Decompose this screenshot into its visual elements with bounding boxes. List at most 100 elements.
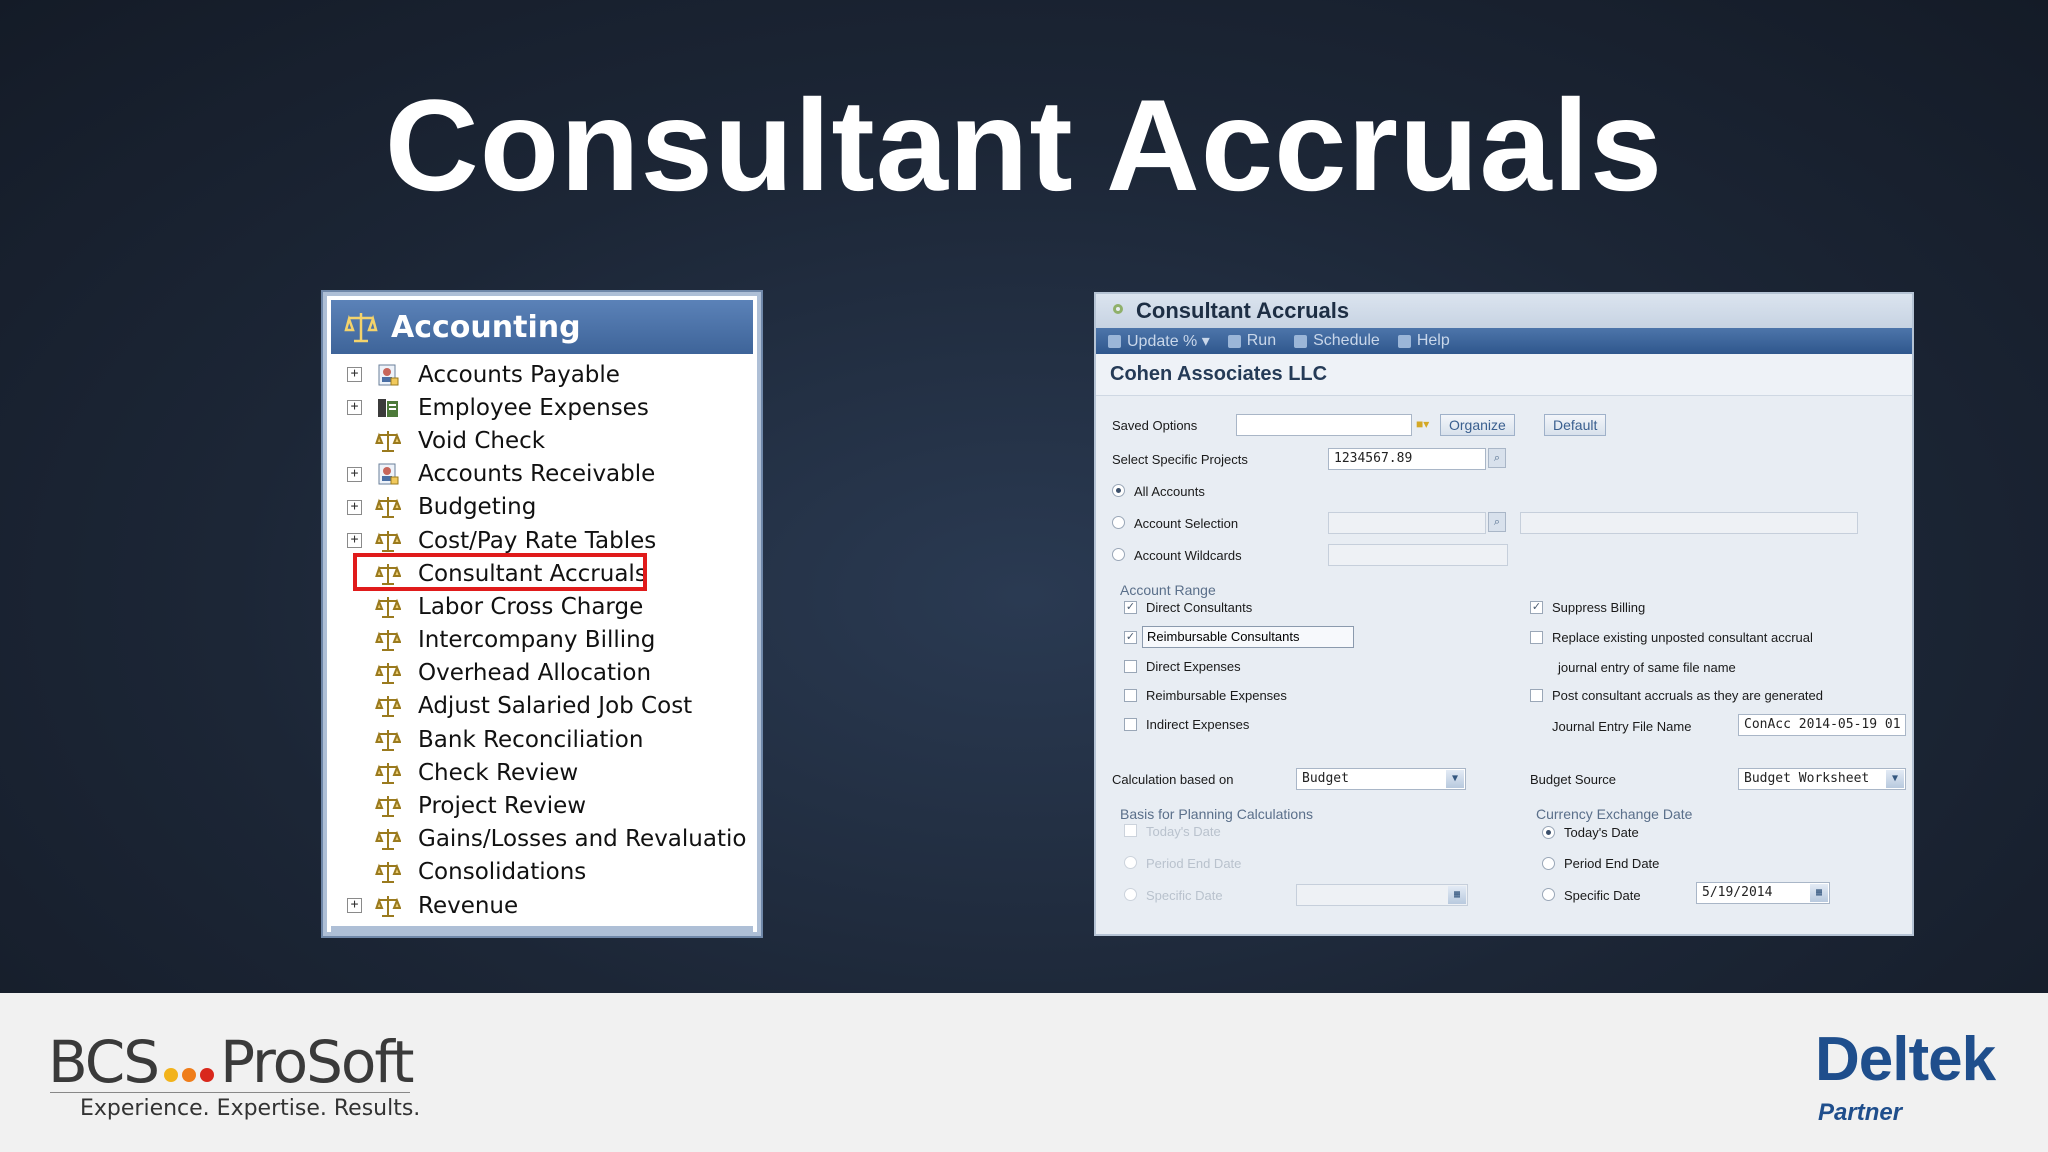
lookup-icon[interactable]: ⌕ bbox=[1488, 512, 1506, 532]
calendar-icon[interactable]: ▦ bbox=[1810, 884, 1828, 902]
direct-consultants-checkbox[interactable]: ✓ bbox=[1124, 601, 1137, 614]
budget-source-select[interactable]: Budget Worksheet ▼ bbox=[1738, 768, 1906, 790]
chevron-down-icon[interactable]: ▼ bbox=[1446, 770, 1464, 788]
folder-icon[interactable]: ■▾ bbox=[1416, 417, 1429, 431]
accounting-header[interactable]: Accounting bbox=[331, 300, 753, 354]
tree-item-label: Accounts Receivable bbox=[418, 461, 656, 488]
form-toolbar: Update % ▾ Run Schedule Help bbox=[1096, 328, 1912, 354]
tree-item-gains-losses-and-revaluatio[interactable]: Gains/Losses and Revaluatio bbox=[329, 823, 757, 856]
cur-today-radio[interactable] bbox=[1542, 826, 1555, 839]
account-range-group-label: Account Range bbox=[1120, 582, 1216, 598]
logo-dots bbox=[164, 1068, 215, 1086]
scale-icon bbox=[374, 692, 402, 720]
post-accruals-label: Post consultant accruals as they are gen… bbox=[1552, 688, 1823, 703]
basis-period-end-radio[interactable] bbox=[1124, 856, 1137, 869]
scale-icon bbox=[374, 726, 402, 754]
default-button[interactable]: Default bbox=[1544, 414, 1607, 436]
expand-icon[interactable]: + bbox=[347, 367, 362, 383]
suppress-billing-checkbox[interactable]: ✓ bbox=[1530, 601, 1543, 614]
tree-item-consolidations[interactable]: Consolidations bbox=[329, 856, 757, 889]
scale-icon bbox=[374, 858, 402, 886]
basis-specific-radio[interactable] bbox=[1124, 888, 1137, 901]
saved-options-input[interactable] bbox=[1236, 414, 1412, 436]
scale-icon bbox=[374, 427, 402, 455]
organize-button[interactable]: Organize bbox=[1440, 414, 1515, 436]
replace-existing-checkbox[interactable] bbox=[1530, 631, 1543, 644]
expand-icon[interactable]: + bbox=[347, 400, 362, 416]
scale-icon bbox=[374, 493, 402, 521]
tree-item-budgeting[interactable]: + Budgeting bbox=[329, 491, 757, 524]
tree-item-void-check[interactable]: Void Check bbox=[329, 424, 757, 457]
basis-specific-date-input[interactable]: ▦ bbox=[1296, 884, 1468, 906]
tree-item-label: Employee Expenses bbox=[418, 394, 649, 421]
update-icon bbox=[1108, 334, 1121, 348]
tree-item-label: Check Review bbox=[418, 759, 579, 786]
tree-item-overhead-allocation[interactable]: Overhead Allocation bbox=[329, 657, 757, 690]
select-projects-input[interactable]: 1234567.89 bbox=[1328, 448, 1486, 470]
form-title: Consultant Accruals bbox=[1136, 298, 1350, 323]
replace-existing-label-2: journal entry of same file name bbox=[1558, 660, 1736, 675]
all-accounts-radio[interactable] bbox=[1112, 484, 1125, 497]
run-icon bbox=[1227, 334, 1241, 348]
cur-specific-date-input[interactable]: 5/19/2014 ▦ bbox=[1696, 882, 1830, 904]
help-button[interactable]: Help bbox=[1397, 332, 1450, 350]
tree-item-label: Consolidations bbox=[418, 859, 587, 886]
run-button[interactable]: Run bbox=[1227, 332, 1276, 350]
schedule-button[interactable]: Schedule bbox=[1294, 332, 1380, 350]
calc-based-select[interactable]: Budget ▼ bbox=[1296, 768, 1466, 790]
account-wildcards-radio[interactable] bbox=[1112, 548, 1125, 561]
expand-icon[interactable]: + bbox=[347, 466, 362, 482]
tree-item-project-review[interactable]: Project Review bbox=[329, 789, 757, 822]
tree-item-check-review[interactable]: Check Review bbox=[329, 756, 757, 789]
scale-icon bbox=[374, 527, 402, 555]
tree-item-revenue[interactable]: + Revenue bbox=[329, 889, 757, 922]
cur-today-label: Today's Date bbox=[1564, 825, 1639, 840]
select-projects-label: Select Specific Projects bbox=[1112, 452, 1248, 467]
tree-item-adjust-salaried-job-cost[interactable]: Adjust Salaried Job Cost bbox=[329, 690, 757, 723]
tree-item-accounts-receivable[interactable]: + Accounts Receivable bbox=[329, 458, 757, 491]
chevron-down-icon[interactable]: ▼ bbox=[1886, 770, 1904, 788]
person-invoice-icon bbox=[374, 460, 402, 488]
lookup-icon[interactable]: ⌕ bbox=[1488, 448, 1506, 468]
account-selection-desc-input[interactable] bbox=[1520, 512, 1858, 534]
account-wildcards-input[interactable] bbox=[1328, 544, 1508, 566]
indirect-expenses-checkbox[interactable] bbox=[1124, 718, 1137, 731]
account-wildcards-label: Account Wildcards bbox=[1134, 548, 1242, 563]
post-accruals-checkbox[interactable] bbox=[1530, 689, 1543, 702]
account-selection-label: Account Selection bbox=[1134, 516, 1239, 531]
expand-icon[interactable]: + bbox=[347, 533, 362, 549]
deltek-partner-label: Partner bbox=[1818, 1099, 1903, 1126]
tree-item-intercompany-billing[interactable]: Intercompany Billing bbox=[329, 624, 757, 657]
expand-icon[interactable]: + bbox=[347, 898, 362, 914]
expand-icon[interactable]: + bbox=[347, 499, 362, 515]
cur-period-end-radio[interactable] bbox=[1542, 857, 1555, 870]
tree-item-accounts-payable[interactable]: + Accounts Payable bbox=[329, 358, 757, 391]
calendar-icon[interactable]: ▦ bbox=[1448, 886, 1466, 904]
scale-icon bbox=[343, 309, 379, 345]
tree-item-labor-cross-charge[interactable]: Labor Cross Charge bbox=[329, 590, 757, 623]
scale-icon bbox=[374, 792, 402, 820]
logo-dot bbox=[182, 1068, 197, 1082]
je-file-name-input[interactable]: ConAcc 2014-05-19 01 bbox=[1738, 714, 1906, 736]
cur-specific-radio[interactable] bbox=[1542, 888, 1555, 901]
account-selection-radio[interactable] bbox=[1112, 516, 1125, 529]
update-button[interactable]: Update % ▾ bbox=[1108, 331, 1210, 351]
basis-group-label: Basis for Planning Calculations bbox=[1120, 806, 1313, 822]
tree-item-employee-expenses[interactable]: + Employee Expenses bbox=[329, 391, 757, 424]
calc-based-label: Calculation based on bbox=[1112, 772, 1234, 787]
reimbursable-expenses-checkbox[interactable] bbox=[1124, 689, 1137, 702]
logo-dot bbox=[200, 1068, 215, 1082]
reimbursable-consultants-checkbox[interactable]: ✓ bbox=[1124, 631, 1137, 644]
accounting-title: Accounting bbox=[391, 309, 581, 345]
form-title-bar: Consultant Accruals bbox=[1096, 294, 1912, 328]
basis-period-end-label: Period End Date bbox=[1146, 856, 1242, 871]
indirect-expenses-label: Indirect Expenses bbox=[1146, 717, 1250, 732]
slide-title: Consultant Accruals bbox=[384, 72, 1664, 218]
account-selection-input[interactable] bbox=[1328, 512, 1486, 534]
direct-expenses-checkbox[interactable] bbox=[1124, 660, 1137, 673]
tree-item-label: Project Review bbox=[418, 793, 587, 820]
gear-icon bbox=[1110, 301, 1126, 322]
scale-icon bbox=[374, 593, 402, 621]
basis-today-checkbox[interactable] bbox=[1124, 824, 1137, 837]
tree-item-bank-reconciliation[interactable]: Bank Reconciliation bbox=[329, 723, 757, 756]
